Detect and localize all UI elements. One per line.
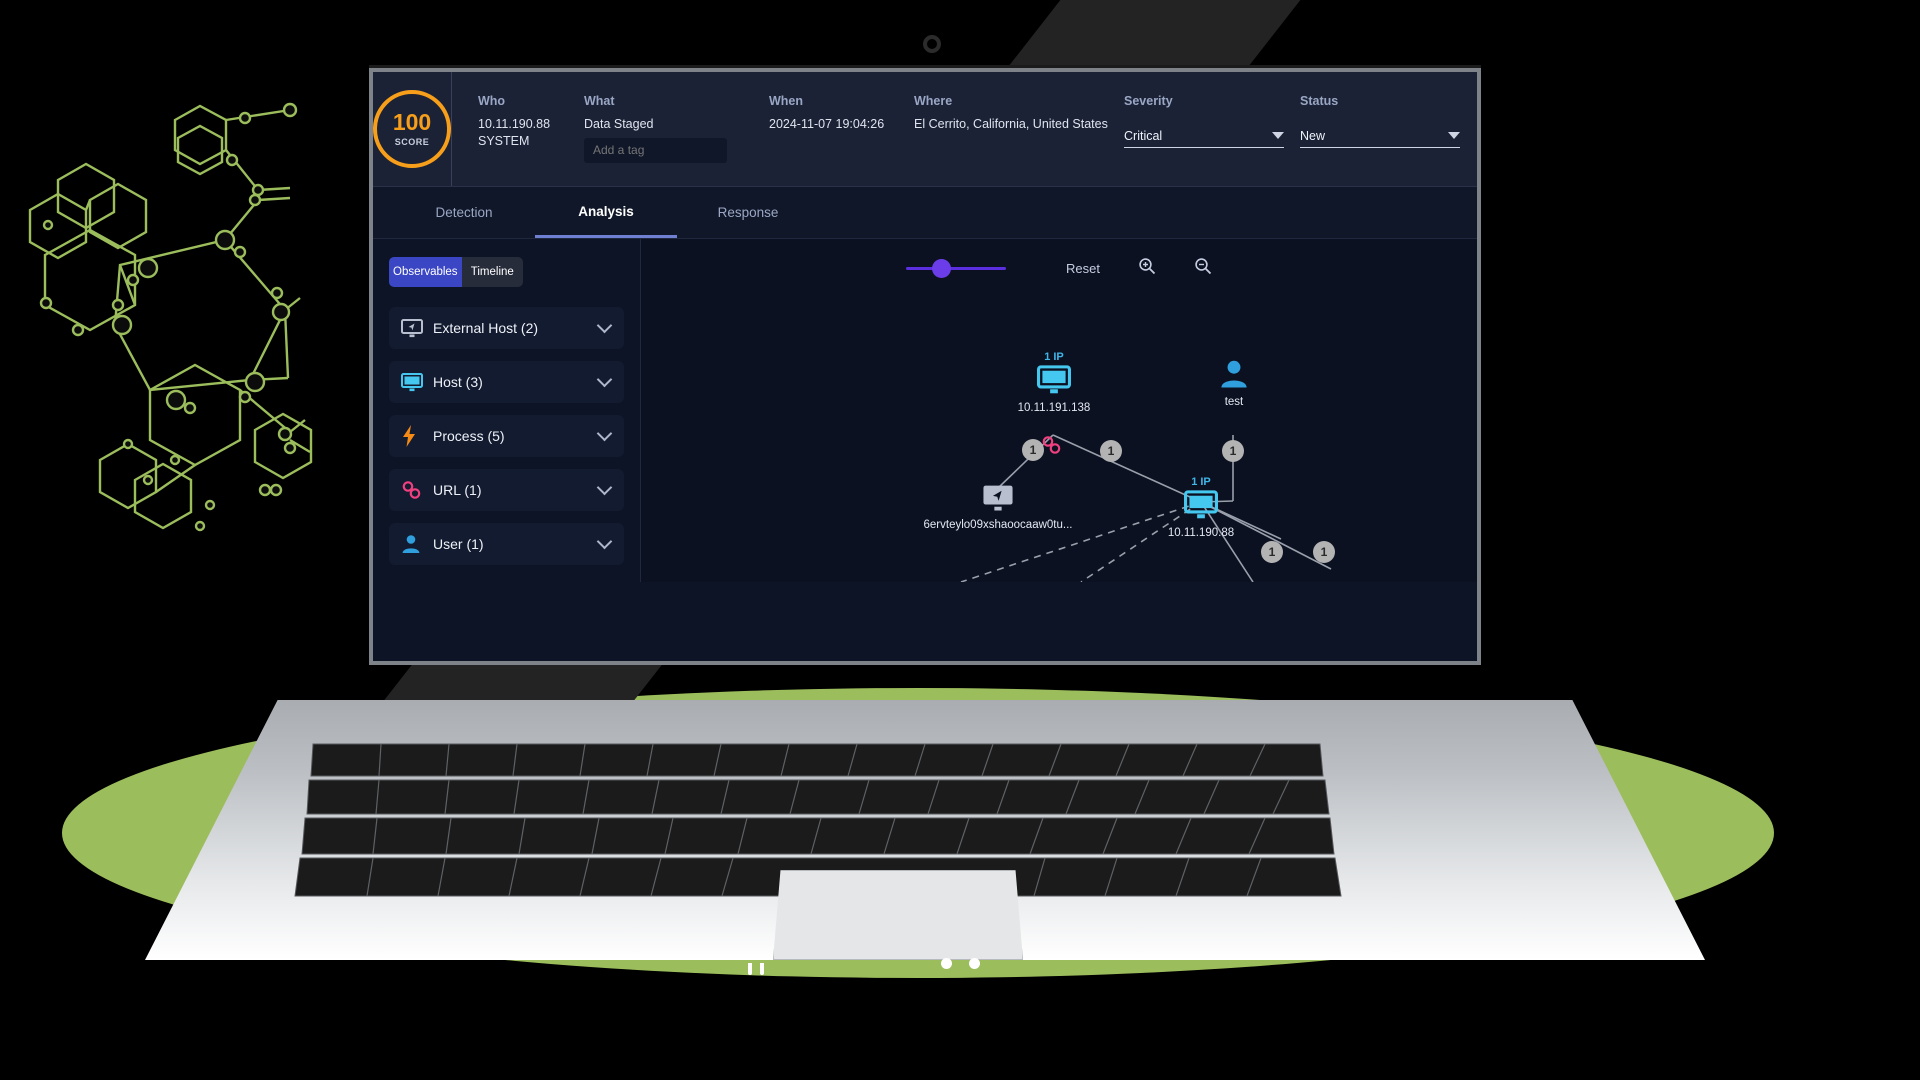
node-ip-count: 1 IP bbox=[1191, 476, 1211, 488]
graph-node-external-host[interactable]: 6ervteylo09xshaoocaaw0tu... bbox=[913, 484, 1083, 531]
meta-where-label: Where bbox=[914, 94, 953, 108]
chevron-down-icon bbox=[596, 479, 613, 496]
meta-when-value: 2024-11-07 19:04:26 bbox=[769, 117, 885, 131]
score-value: 100 bbox=[392, 109, 432, 135]
carousel-dot[interactable] bbox=[968, 958, 980, 969]
view-toggle-group: Observables Timeline bbox=[389, 257, 523, 287]
host-monitor-icon bbox=[1037, 365, 1071, 394]
url-link-icon bbox=[1041, 435, 1063, 460]
severity-label: Severity bbox=[1124, 94, 1173, 108]
score-cell: 100 SCORE bbox=[373, 72, 452, 186]
meta-who-label: Who bbox=[478, 94, 506, 108]
alert-summary-header: 100 SCORE Who 10.11.190.88 SYSTEM What D… bbox=[373, 72, 1477, 187]
node-label: 6ervteylo09xshaoocaaw0tu... bbox=[923, 519, 1073, 531]
meta-who-value2: SYSTEM bbox=[478, 133, 530, 148]
tab-response[interactable]: Response bbox=[677, 187, 819, 238]
status-value: New bbox=[1300, 129, 1326, 143]
chevron-down-icon bbox=[596, 533, 613, 550]
meta-what: What Data Staged bbox=[584, 94, 759, 186]
node-label: 10.11.191.138 bbox=[1017, 402, 1091, 414]
edge-badge[interactable]: 1 bbox=[1313, 541, 1335, 563]
carousel-dots bbox=[0, 958, 1920, 969]
graph-node-host-1[interactable]: 1 IP 10.11.191.138 bbox=[969, 351, 1139, 414]
edge-badge[interactable]: 1 bbox=[1222, 440, 1244, 462]
main-tabs: Detection Analysis Response bbox=[373, 187, 1477, 239]
meta-where: Where El Cerrito, California, United Sta… bbox=[914, 94, 1114, 186]
carousel-dot[interactable] bbox=[940, 958, 952, 969]
user-person-icon bbox=[401, 533, 427, 555]
chevron-down-icon bbox=[596, 371, 613, 388]
severity-value: Critical bbox=[1124, 129, 1163, 143]
external-host-icon bbox=[401, 317, 427, 339]
external-host-icon bbox=[983, 485, 1013, 511]
alert-meta-fields: Who 10.11.190.88 SYSTEM What Data Staged… bbox=[452, 72, 1477, 186]
sidebar-item-label: User (1) bbox=[433, 536, 484, 552]
laptop-trackpad bbox=[773, 870, 1023, 960]
laptop-base bbox=[145, 700, 1705, 960]
meta-who: Who 10.11.190.88 SYSTEM bbox=[478, 94, 574, 186]
url-link-icon bbox=[401, 479, 427, 501]
status-select[interactable]: New bbox=[1300, 126, 1460, 148]
host-monitor-icon bbox=[401, 371, 427, 393]
tab-detection[interactable]: Detection bbox=[393, 187, 535, 238]
sidebar-item-user[interactable]: User (1) bbox=[389, 523, 624, 565]
toggle-timeline[interactable]: Timeline bbox=[461, 257, 523, 287]
graph-node-host-2[interactable]: 1 IP 10.11.190.88 bbox=[1116, 476, 1286, 539]
meta-when: When 2024-11-07 19:04:26 bbox=[769, 94, 904, 186]
hexagon-network-decoration bbox=[28, 102, 313, 532]
node-label: test bbox=[1224, 396, 1244, 408]
sidebar-item-host[interactable]: Host (3) bbox=[389, 361, 624, 403]
observables-sidebar: Observables Timeline External Host (2) H… bbox=[373, 239, 641, 582]
tab-analysis[interactable]: Analysis bbox=[535, 187, 677, 238]
host-monitor-icon bbox=[1184, 490, 1218, 519]
screenshot-stage: 100 SCORE Who 10.11.190.88 SYSTEM What D… bbox=[0, 0, 1920, 1080]
sidebar-item-external-host[interactable]: External Host (2) bbox=[389, 307, 624, 349]
screen-bezel: 100 SCORE Who 10.11.190.88 SYSTEM What D… bbox=[369, 68, 1481, 665]
sidebar-item-label: External Host (2) bbox=[433, 320, 539, 336]
laptop-lid-shadow bbox=[384, 660, 666, 700]
score-ring: 100 SCORE bbox=[373, 90, 451, 168]
severity-group: Severity Critical bbox=[1124, 94, 1284, 186]
meta-when-label: When bbox=[769, 94, 804, 108]
sidebar-item-label: Process (5) bbox=[433, 428, 505, 444]
severity-select[interactable]: Critical bbox=[1124, 126, 1284, 148]
node-label: 10.11.190.88 bbox=[1167, 527, 1235, 539]
sidebar-item-label: URL (1) bbox=[433, 482, 482, 498]
laptop-lid-highlight bbox=[1009, 0, 1301, 65]
meta-who-value: 10.11.190.88 bbox=[478, 117, 551, 131]
edge-badge[interactable]: 1 bbox=[1100, 440, 1122, 462]
chevron-down-icon bbox=[596, 317, 613, 334]
chevron-down-icon bbox=[596, 425, 613, 442]
meta-where-value: El Cerrito, California, United States bbox=[914, 117, 1108, 131]
graph-pane: Reset 1 IP 10.11.191.138 test 6ervteylo0… bbox=[641, 239, 1477, 582]
app-screen: 100 SCORE Who 10.11.190.88 SYSTEM What D… bbox=[373, 72, 1477, 661]
toggle-observables[interactable]: Observables bbox=[389, 257, 462, 287]
status-label: Status bbox=[1300, 94, 1339, 108]
score-label: SCORE bbox=[394, 137, 430, 147]
graph-node-user[interactable]: test bbox=[1149, 359, 1319, 408]
webcam-icon bbox=[923, 35, 941, 53]
analysis-body: Observables Timeline External Host (2) H… bbox=[373, 239, 1477, 582]
chevron-down-icon bbox=[1448, 132, 1460, 139]
add-tag-input[interactable] bbox=[584, 137, 727, 163]
sidebar-item-url[interactable]: URL (1) bbox=[389, 469, 624, 511]
chevron-down-icon bbox=[1272, 132, 1284, 139]
node-ip-count: 1 IP bbox=[1044, 351, 1064, 363]
meta-what-value: Data Staged bbox=[584, 117, 654, 131]
sidebar-item-process[interactable]: Process (5) bbox=[389, 415, 624, 457]
process-bolt-icon bbox=[401, 425, 427, 447]
user-person-icon bbox=[1221, 360, 1247, 388]
edge-badge[interactable]: 1 bbox=[1261, 541, 1283, 563]
meta-what-label: What bbox=[584, 94, 615, 108]
status-group: Status New bbox=[1300, 94, 1460, 186]
sidebar-item-label: Host (3) bbox=[433, 374, 483, 390]
